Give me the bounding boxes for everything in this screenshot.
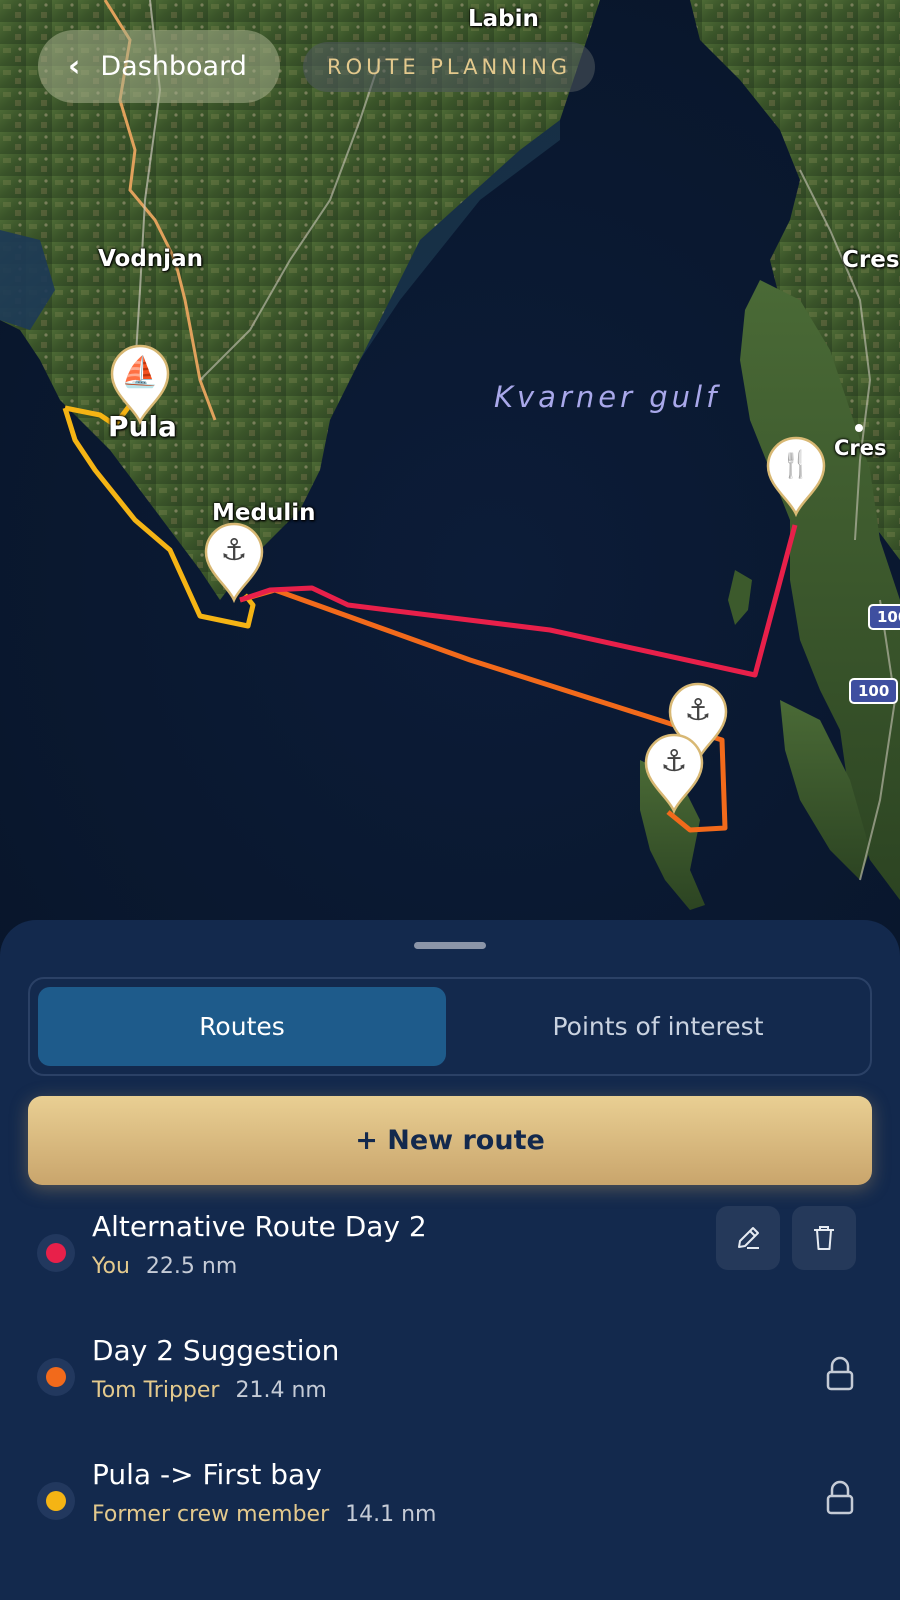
route-meta: Tom Tripper 21.4 nm bbox=[92, 1378, 327, 1403]
anchor-icon: ⚓ bbox=[660, 744, 688, 779]
fork-knife-icon: 🍴 bbox=[779, 450, 813, 480]
route-color-indicator bbox=[37, 1234, 75, 1272]
tab-routes[interactable]: Routes bbox=[38, 987, 446, 1066]
place-label-cres-town: Cres bbox=[834, 436, 887, 460]
tab-bar: Routes Points of interest bbox=[28, 977, 872, 1076]
back-button-label: Dashboard bbox=[100, 51, 247, 82]
town-dot bbox=[855, 424, 863, 432]
route-distance: 22.5 nm bbox=[145, 1254, 238, 1279]
pencil-icon bbox=[738, 1227, 759, 1249]
route-name: Alternative Route Day 2 bbox=[92, 1210, 427, 1243]
route-planning-chip: ROUTE PLANNING bbox=[303, 42, 596, 92]
lock-icon bbox=[826, 1480, 854, 1515]
road-shield: 100 bbox=[868, 604, 900, 630]
road-shield: 100 bbox=[849, 678, 899, 704]
route-list-item[interactable]: Pula -> First bay Former crew member 14.1… bbox=[0, 1458, 900, 1568]
map-canvas[interactable] bbox=[0, 0, 900, 960]
route-name: Day 2 Suggestion bbox=[92, 1334, 340, 1367]
route-distance: 14.1 nm bbox=[345, 1502, 437, 1527]
sheet-drag-handle[interactable] bbox=[414, 942, 486, 949]
marker-anchor-bay-2[interactable]: ⚓ bbox=[644, 733, 704, 815]
route-owner: You bbox=[92, 1254, 130, 1279]
place-label-labin: Labin bbox=[468, 6, 539, 32]
anchor-icon: ⚓ bbox=[220, 533, 248, 568]
route-distance: 21.4 nm bbox=[235, 1378, 327, 1403]
water-label-kvarner: Kvarner gulf bbox=[494, 380, 721, 414]
route-color-indicator bbox=[37, 1482, 75, 1520]
marker-restaurant[interactable]: 🍴 bbox=[766, 436, 826, 518]
marker-sailboat[interactable]: ⛵ bbox=[110, 344, 170, 426]
place-label-vodnjan: Vodnjan bbox=[98, 246, 203, 272]
route-owner: Former crew member bbox=[92, 1502, 330, 1527]
route-meta: Former crew member 14.1 nm bbox=[92, 1502, 436, 1527]
route-color-indicator bbox=[37, 1358, 75, 1396]
route-name: Pula -> First bay bbox=[92, 1458, 322, 1491]
chevron-left-icon: ‹ bbox=[68, 49, 81, 84]
delete-route-button[interactable] bbox=[792, 1206, 856, 1270]
map-view[interactable]: Labin Vodnjan Pula Medulin Cres Cres Kva… bbox=[0, 0, 900, 960]
route-meta: You 22.5 nm bbox=[92, 1254, 237, 1279]
place-label-cres-north: Cres bbox=[842, 247, 900, 273]
lock-icon bbox=[826, 1356, 854, 1391]
route-owner: Tom Tripper bbox=[92, 1378, 220, 1403]
bottom-sheet: Routes Points of interest + New route Al… bbox=[0, 920, 900, 1600]
tab-points-of-interest[interactable]: Points of interest bbox=[454, 987, 862, 1066]
marker-anchor-medulin[interactable]: ⚓ bbox=[204, 522, 264, 604]
sailboat-icon: ⛵ bbox=[121, 355, 159, 390]
anchor-icon: ⚓ bbox=[684, 693, 712, 728]
new-route-button[interactable]: + New route bbox=[28, 1096, 872, 1185]
route-list-item[interactable]: Day 2 Suggestion Tom Tripper 21.4 nm bbox=[0, 1334, 900, 1444]
edit-route-button[interactable] bbox=[716, 1206, 780, 1270]
trash-icon bbox=[814, 1226, 834, 1250]
route-list-item[interactable]: Alternative Route Day 2 You 22.5 nm bbox=[0, 1206, 900, 1320]
back-to-dashboard-button[interactable]: ‹ Dashboard bbox=[38, 30, 280, 103]
